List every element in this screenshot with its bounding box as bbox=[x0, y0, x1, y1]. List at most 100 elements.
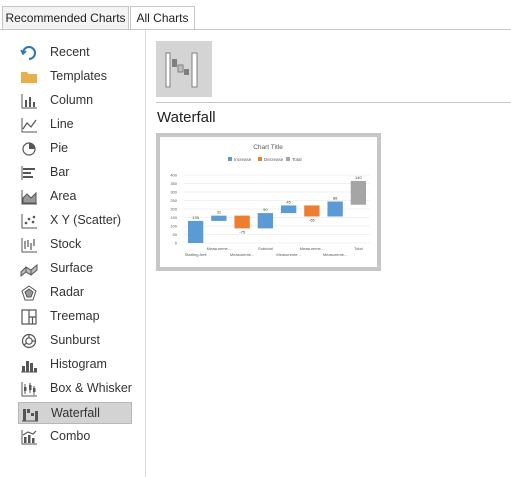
radar-chart-icon bbox=[20, 285, 38, 301]
sidebar-item-histogram[interactable]: Histogram bbox=[18, 354, 132, 376]
line-chart-icon bbox=[20, 117, 38, 133]
tab-all-charts[interactable]: All Charts bbox=[130, 6, 195, 30]
tab-recommended-charts[interactable]: Recommended Charts bbox=[2, 6, 129, 29]
waterfall-bar bbox=[211, 215, 227, 221]
sidebar-item-label: Surface bbox=[50, 261, 94, 275]
column-chart-icon bbox=[20, 93, 38, 109]
sidebar-item-label: Pie bbox=[50, 141, 69, 155]
chart-type-heading: Waterfall bbox=[157, 109, 216, 126]
y-tick-label: 350 bbox=[170, 181, 177, 186]
waterfall-chart: Chart Title Increase Decrease Total 0 50 100 15… bbox=[170, 144, 370, 257]
legend-swatch bbox=[228, 157, 232, 161]
data-label: -75 bbox=[239, 229, 246, 234]
treemap-chart-icon bbox=[20, 309, 38, 325]
sidebar-item-label: Column bbox=[50, 93, 94, 107]
sidebar-item-label: Histogram bbox=[50, 357, 107, 371]
waterfall-bar bbox=[257, 213, 274, 229]
sidebar-item-label: Area bbox=[50, 189, 77, 203]
data-label: -65 bbox=[309, 217, 316, 222]
y-tick-label: 50 bbox=[173, 232, 178, 237]
x-tick-label: Measureme... bbox=[300, 246, 324, 251]
scatter-chart-icon bbox=[20, 213, 38, 229]
sidebar-item-label: Sunburst bbox=[50, 333, 101, 347]
sidebar-item-label: Combo bbox=[50, 429, 91, 443]
sidebar-item-label: X Y (Scatter) bbox=[50, 213, 122, 227]
data-label: 31 bbox=[217, 210, 222, 215]
sidebar-item-radar[interactable]: Radar bbox=[18, 282, 132, 304]
sidebar-item-label: Recent bbox=[50, 45, 90, 59]
data-label: 88 bbox=[333, 196, 338, 201]
x-tick-label: Subtotal bbox=[258, 246, 273, 251]
sidebar-item-label: Waterfall bbox=[51, 406, 100, 420]
section-divider bbox=[156, 102, 511, 103]
sidebar-divider bbox=[145, 30, 146, 477]
waterfall-bar bbox=[280, 205, 297, 214]
y-tick-label: 150 bbox=[170, 215, 177, 220]
sidebar-item-label: Box & Whisker bbox=[50, 381, 132, 395]
legend-label: Increase bbox=[234, 157, 252, 162]
sidebar-item-pie[interactable]: Pie bbox=[18, 138, 132, 160]
sidebar-item-label: Line bbox=[50, 117, 74, 131]
x-tick-label: Starting Amt bbox=[185, 252, 208, 257]
sidebar-item-label: Templates bbox=[50, 69, 107, 83]
data-label: 140 bbox=[355, 175, 362, 180]
waterfall-bar bbox=[187, 220, 204, 243]
sidebar-item-box-whisker[interactable]: Box & Whisker bbox=[18, 378, 132, 400]
sidebar-item-combo[interactable]: Combo bbox=[18, 426, 132, 448]
sidebar-item-recent[interactable]: Recent bbox=[18, 42, 132, 64]
waterfall-chart-icon bbox=[21, 406, 39, 422]
sidebar-item-sunburst[interactable]: Sunburst bbox=[18, 330, 132, 352]
sidebar-item-label: Bar bbox=[50, 165, 70, 179]
box-whisker-chart-icon bbox=[20, 381, 38, 397]
sidebar-item-label: Treemap bbox=[50, 309, 100, 323]
legend-label: Total bbox=[292, 157, 302, 162]
sidebar-item-bar[interactable]: Bar bbox=[18, 162, 132, 184]
sidebar-item-label: Stock bbox=[50, 237, 82, 251]
legend-swatch bbox=[286, 157, 290, 161]
stock-chart-icon bbox=[20, 237, 38, 253]
y-tick-label: 100 bbox=[170, 224, 177, 229]
tab-bar: Recommended Charts All Charts bbox=[0, 0, 511, 30]
waterfall-bar bbox=[327, 201, 343, 217]
x-tick-label: Total bbox=[354, 246, 363, 251]
x-tick-label: Measureme... bbox=[207, 246, 231, 251]
folder-icon bbox=[20, 69, 38, 85]
waterfall-bar bbox=[234, 215, 250, 229]
sidebar-item-treemap[interactable]: Treemap bbox=[18, 306, 132, 328]
area-chart-icon bbox=[20, 189, 38, 205]
waterfall-subtype-icon bbox=[165, 52, 198, 88]
legend-swatch bbox=[258, 157, 262, 161]
combo-chart-icon bbox=[20, 429, 38, 445]
y-tick-label: 300 bbox=[170, 190, 177, 195]
data-label: 90 bbox=[263, 207, 268, 212]
x-tick-label: Measureme... bbox=[323, 252, 347, 257]
data-label: 130 bbox=[192, 215, 199, 220]
y-tick-label: 250 bbox=[170, 198, 177, 203]
sidebar-item-templates[interactable]: Templates bbox=[18, 66, 132, 88]
sidebar-item-surface[interactable]: Surface bbox=[18, 258, 132, 280]
chart-title: Chart Title bbox=[253, 144, 283, 151]
sidebar-item-column[interactable]: Column bbox=[18, 90, 132, 112]
data-label: 45 bbox=[286, 199, 291, 204]
pie-chart-icon bbox=[20, 141, 38, 157]
chart-preview[interactable]: Chart Title Increase Decrease Total 0 50 100 15… bbox=[156, 133, 381, 271]
chart-subtype-thumbnail[interactable] bbox=[156, 41, 212, 97]
sidebar-item-x-y-scatter[interactable]: X Y (Scatter) bbox=[18, 210, 132, 232]
y-tick-label: 200 bbox=[170, 207, 177, 212]
sidebar-item-line[interactable]: Line bbox=[18, 114, 132, 136]
sidebar-item-area[interactable]: Area bbox=[18, 186, 132, 208]
waterfall-bar bbox=[304, 205, 320, 217]
histogram-chart-icon bbox=[20, 357, 38, 373]
sidebar-item-label: Radar bbox=[50, 285, 85, 299]
bar-chart-icon bbox=[20, 165, 38, 181]
x-tick-label: Measureme... bbox=[276, 252, 300, 257]
y-tick-label: 0 bbox=[175, 241, 178, 246]
sunburst-chart-icon bbox=[20, 333, 38, 349]
sidebar-item-waterfall[interactable]: Waterfall bbox=[18, 402, 132, 424]
waterfall-bar bbox=[350, 180, 367, 205]
x-tick-label: Measureme... bbox=[230, 252, 254, 257]
chart-type-list: Recent Templates Column Line Pie Bar Area X Y (… bbox=[0, 30, 145, 477]
recent-icon bbox=[20, 45, 38, 61]
y-tick-label: 400 bbox=[170, 173, 177, 178]
sidebar-item-stock[interactable]: Stock bbox=[18, 234, 132, 256]
